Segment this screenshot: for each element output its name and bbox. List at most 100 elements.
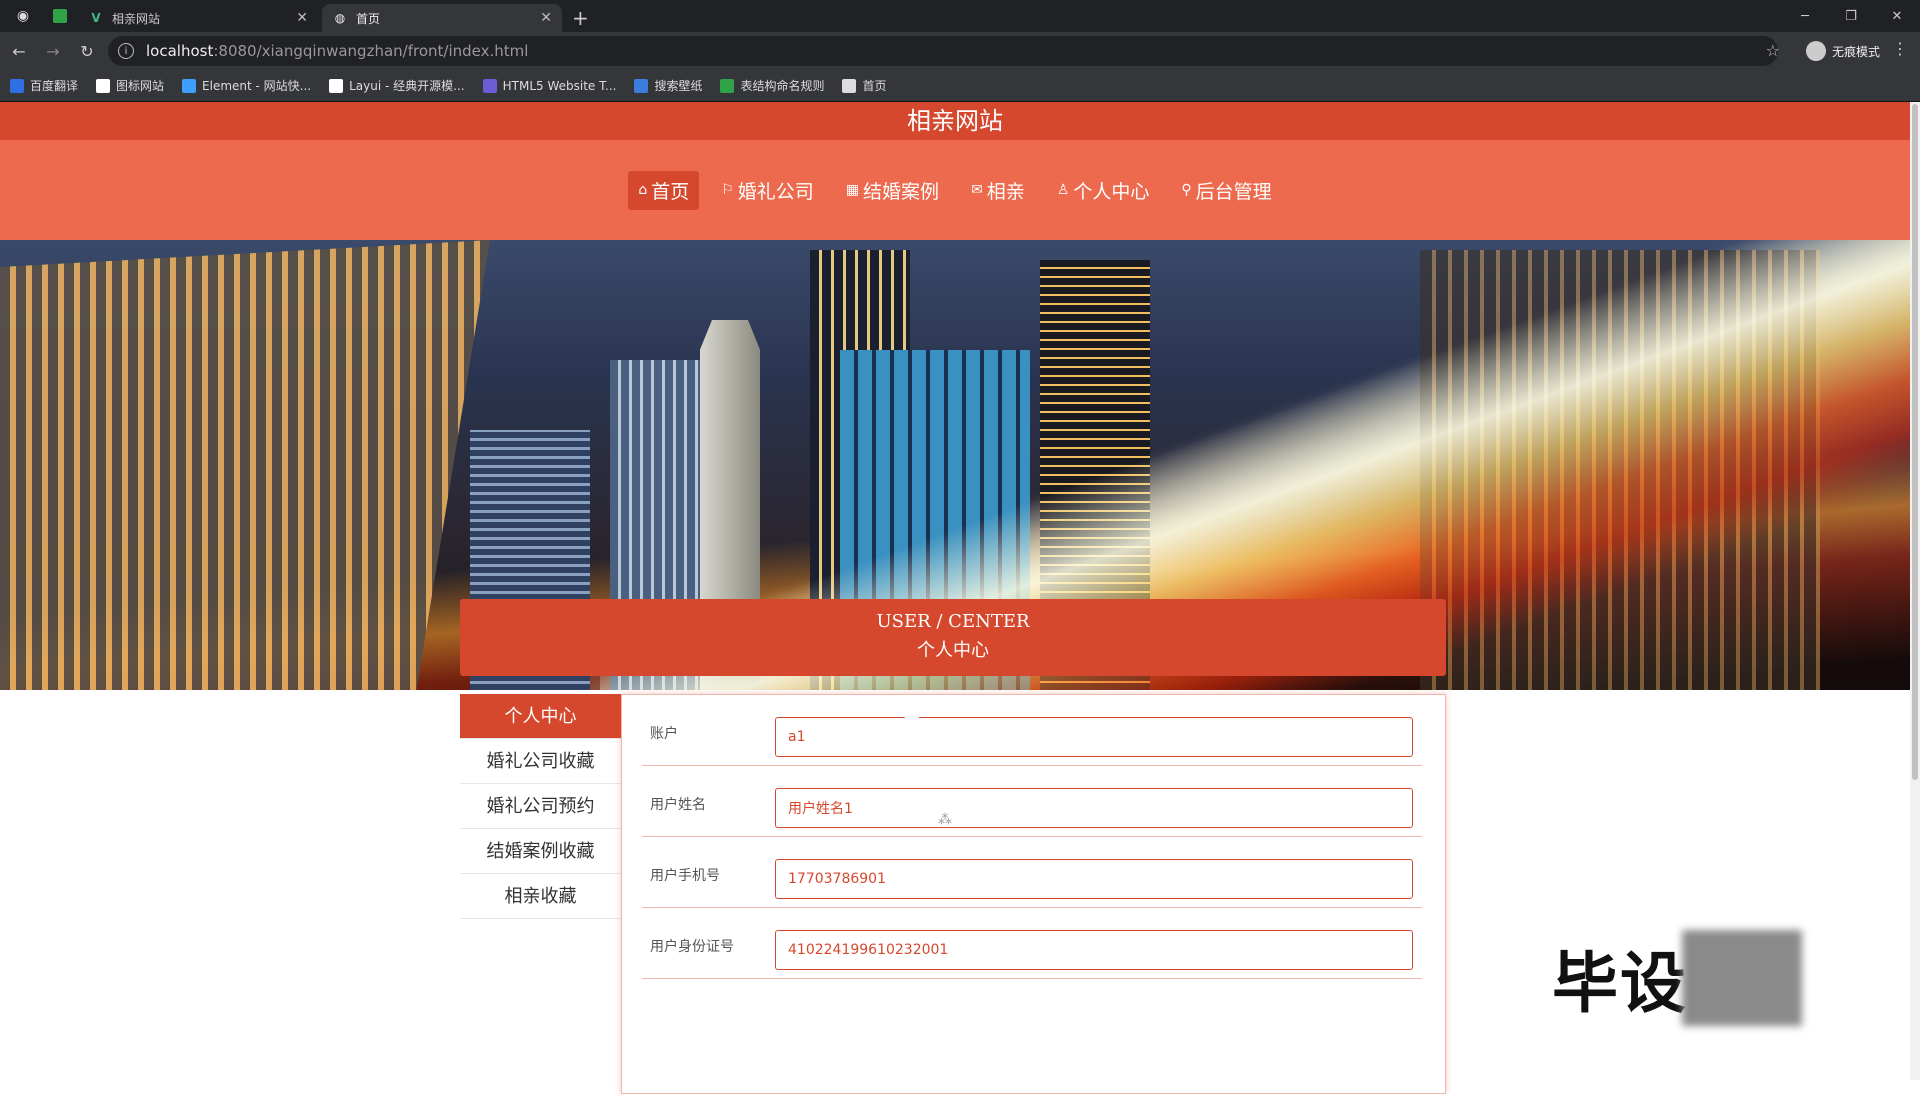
nav-item-label: 首页 (651, 180, 690, 203)
form-input[interactable]: 17703786901 (775, 859, 1413, 899)
browser-tab-1[interactable]: V 相亲网站 ✕ (78, 4, 318, 32)
form-input[interactable]: a1 (775, 717, 1413, 757)
bookmark-item[interactable]: 百度翻译 (10, 77, 78, 94)
user-menu-item[interactable]: 婚礼公司预约 (460, 784, 621, 829)
user-menu-item[interactable]: 婚礼公司收藏 (460, 739, 621, 784)
profile-form: 账户 a1 用户姓名 用户姓名1 用户手机号 17703786901 用户身份证号 41022… (621, 694, 1446, 1094)
bookmark-label: 搜索壁纸 (654, 79, 703, 93)
forward-icon[interactable]: → (38, 42, 68, 61)
user-center-header: USER / CENTER 个人中心 (460, 599, 1446, 676)
scrollbar-thumb[interactable] (1912, 104, 1918, 780)
tab-title: 相亲网站 (112, 11, 161, 26)
bookmark-label: 图标网站 (116, 79, 165, 93)
user-menu-item[interactable]: 相亲收藏 (460, 874, 621, 919)
form-label: 账户 (650, 726, 678, 742)
url-path: :8080/xiangqinwangzhan/front/index.html (213, 42, 529, 60)
form-row: 用户身份证号 410224199610232001 (642, 908, 1422, 979)
form-label: 用户姓名 (650, 797, 706, 813)
close-icon[interactable]: ✕ (296, 10, 308, 26)
reload-icon[interactable]: ↻ (72, 42, 102, 61)
nav-item-1[interactable]: ⌂ 首页 (628, 170, 700, 210)
browser-menu-icon[interactable]: ◉ (0, 0, 46, 32)
form-label: 用户身份证号 (650, 939, 734, 955)
bookmark-item[interactable]: 首页 (842, 77, 887, 94)
bookmark-label: 百度翻译 (30, 79, 79, 93)
globe-icon: ◍ (334, 11, 346, 25)
incognito-icon (1805, 41, 1826, 61)
bookmark-item[interactable]: HTML5 Website T... (482, 78, 617, 93)
bookmark-label: 首页 (862, 79, 887, 93)
nav-item-label: 个人中心 (1073, 180, 1150, 203)
address-toolbar: ← → ↻ i localhost:8080/xiangqinwangzhan/… (0, 32, 1920, 70)
profile-label: 无痕模式 (1831, 44, 1880, 59)
bookmark-icon (329, 78, 344, 93)
bookmark-item[interactable]: Layui - 经典开源模... (329, 77, 465, 94)
nav-item-label: 相亲 (986, 180, 1025, 203)
site-title: 相亲网站 (0, 102, 1910, 140)
bookmark-item[interactable]: 表结构命名规则 (720, 77, 824, 94)
tab-title: 首页 (356, 11, 381, 26)
nav-item-2[interactable]: ⚐ 婚礼公司 (711, 171, 824, 210)
close-icon[interactable]: ✕ (540, 10, 552, 26)
minimize-icon[interactable]: ─ (1782, 0, 1828, 32)
bookmark-icon (634, 78, 649, 93)
bookmark-icon (842, 78, 857, 93)
form-row: 用户姓名 用户姓名1 (642, 766, 1422, 837)
gift-icon: ▦ (845, 182, 860, 198)
back-icon[interactable]: ← (4, 42, 34, 61)
bookmark-item[interactable]: 图标网站 (96, 77, 164, 94)
nav-item-6[interactable]: ⚲ 后台管理 (1171, 171, 1281, 210)
nav-item-label: 婚礼公司 (737, 180, 814, 203)
info-icon[interactable]: i (118, 43, 134, 59)
bookmark-icon (482, 78, 497, 93)
nav-item-4[interactable]: ✉ 相亲 (961, 171, 1035, 210)
home-icon: ⌂ (638, 182, 648, 198)
bookmark-label: HTML5 Website T... (502, 78, 617, 93)
url-host: localhost (146, 42, 214, 60)
bookmark-label: Element - 网站快... (202, 79, 312, 93)
form-label: 用户手机号 (650, 868, 720, 884)
user-center-title-en: USER / CENTER (876, 611, 1030, 632)
user-menu-item[interactable]: 个人中心 (460, 694, 621, 739)
window-controls: ─ ❐ ✕ (1782, 0, 1920, 32)
more-menu-icon[interactable]: ⋮ (1892, 39, 1908, 58)
user-center-title-cn: 个人中心 (917, 640, 989, 661)
bookmark-item[interactable]: 搜索壁纸 (634, 77, 702, 94)
close-window-icon[interactable]: ✕ (1874, 0, 1920, 32)
nav-item-label: 后台管理 (1195, 180, 1272, 203)
bookmark-icon (720, 78, 735, 93)
user-center-menu: 个人中心 婚礼公司收藏 婚礼公司预约 结婚案例收藏 相亲收藏 (460, 694, 621, 919)
building-shape (0, 240, 490, 690)
url-input[interactable]: i localhost:8080/xiangqinwangzhan/front/… (108, 36, 1778, 66)
browser-tab-2[interactable]: ◍ 首页 ✕ (322, 4, 562, 32)
form-row: 账户 a1 (642, 695, 1422, 766)
bookmark-icon (182, 78, 197, 93)
page-scrollbar[interactable] (1910, 102, 1920, 1080)
mail-icon: ✉ (971, 182, 983, 198)
pinned-tab-icon[interactable] (46, 0, 74, 32)
bookmark-label: 表结构命名规则 (740, 79, 825, 93)
watermark-text: 毕设 (1552, 945, 1688, 1022)
main-nav: ⌂ 首页 ⚐ 婚礼公司 ▦ 结婚案例 ✉ 相亲 ♙ 个人中心 ⚲ 后台管理 (0, 140, 1910, 240)
blurred-watermark-area (1682, 930, 1802, 1026)
loading-spinner-icon: ⁂ (938, 812, 952, 828)
form-input[interactable]: 用户姓名1 (775, 788, 1413, 828)
bookmark-icon (96, 78, 111, 93)
browser-tab-strip: ◉ V 相亲网站 ✕ ◍ 首页 ✕ + ─ ❐ ✕ (0, 0, 1920, 32)
bookmark-item[interactable]: Element - 网站快... (182, 77, 311, 94)
bookmarks-bar: 百度翻译 图标网站 Element - 网站快... Layui - 经典开源模...… (0, 70, 1920, 102)
nav-item-3[interactable]: ▦ 结婚案例 (836, 171, 949, 210)
bookmark-star-icon[interactable]: ☆ (1766, 41, 1780, 60)
new-tab-button[interactable]: + (572, 4, 589, 32)
flag-icon: ⚐ (721, 182, 734, 198)
restore-icon[interactable]: ❐ (1828, 0, 1874, 32)
form-input[interactable]: 410224199610232001 (775, 930, 1413, 970)
user-icon: ♙ (1056, 182, 1070, 198)
incognito-profile[interactable]: 无痕模式 (1805, 41, 1880, 61)
link-icon: ⚲ (1181, 182, 1192, 198)
user-menu-item[interactable]: 结婚案例收藏 (460, 829, 621, 874)
bookmark-label: Layui - 经典开源模... (349, 79, 465, 93)
vue-logo-icon: V (91, 11, 101, 25)
bookmark-icon (10, 78, 24, 93)
nav-item-5[interactable]: ♙ 个人中心 (1047, 171, 1160, 210)
